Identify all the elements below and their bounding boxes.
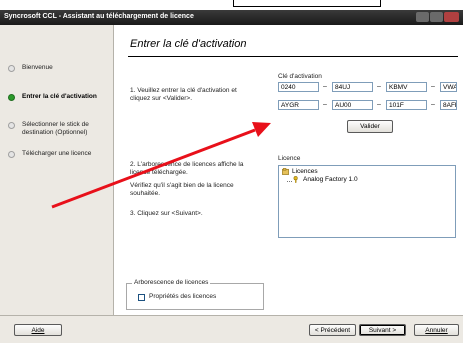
- close-button[interactable]: [444, 12, 459, 22]
- activation-key-label: Clé d'activation: [278, 73, 322, 80]
- tree-child-label: Analog Factory 1.0: [303, 176, 358, 183]
- page-title: Entrer la clé d'activation: [130, 38, 247, 50]
- activation-key-field-6[interactable]: AU00: [332, 100, 373, 110]
- activation-key-field-3[interactable]: KBMV: [386, 82, 427, 92]
- previous-button[interactable]: < Précédent: [309, 324, 356, 336]
- license-properties-label[interactable]: Propriétés des licences: [149, 293, 216, 300]
- activation-key-field-1[interactable]: 0240: [278, 82, 319, 92]
- nav-item-label: Entrer la clé d'activation: [22, 93, 97, 100]
- step1-instructions: 1. Veuillez entrer la clé d'activation e…: [130, 87, 237, 102]
- tree-root-item[interactable]: Licences: [282, 168, 318, 175]
- key-separator: –: [431, 83, 435, 90]
- wizard-steps-sidebar: Bienvenue Entrer la clé d'activation Sél…: [0, 25, 113, 315]
- background-window-edge: [233, 0, 381, 7]
- activation-key-field-4[interactable]: VWAS: [440, 82, 457, 92]
- nav-item-label: Bienvenue: [22, 64, 53, 71]
- activation-key-field-2[interactable]: 84UJ: [332, 82, 373, 92]
- activation-key-field-8[interactable]: 8AFD: [440, 100, 457, 110]
- step2-instructions: 2. L'arborescence de licences affiche la…: [130, 161, 244, 176]
- key-separator: –: [377, 83, 381, 90]
- tree-connector: [287, 177, 292, 182]
- key-separator: –: [431, 101, 435, 108]
- step-active-icon: [8, 94, 15, 101]
- step-pending-icon: [8, 65, 15, 72]
- activation-key-field-5[interactable]: AYGR: [278, 100, 319, 110]
- title-bar[interactable]: Syncrosoft CCL - Assistant au télécharge…: [0, 10, 463, 25]
- nav-item-download: Télécharger une licence: [8, 150, 112, 158]
- nav-item-select-stick: Sélectionner le stick de destination (Op…: [8, 121, 112, 137]
- tree-root-label: Licences: [292, 168, 318, 175]
- next-button[interactable]: Suivant >: [359, 324, 406, 336]
- maximize-button[interactable]: [430, 12, 443, 22]
- groupbox-legend: Arborescence de licences: [132, 279, 211, 286]
- cancel-button[interactable]: Annuler: [414, 324, 459, 336]
- footer-bar: Aide < Précédent Suivant > Annuler: [0, 316, 463, 343]
- license-label: Licence: [278, 155, 301, 162]
- nav-item-label: Sélectionner le stick de destination (Op…: [22, 121, 89, 136]
- license-properties-checkbox[interactable]: [138, 294, 145, 301]
- step-pending-icon: [8, 151, 15, 158]
- background-strip: [0, 0, 463, 10]
- key-separator: –: [323, 83, 327, 90]
- step-pending-icon: [8, 122, 15, 129]
- license-folder-icon: [282, 168, 289, 175]
- activation-key-field-7[interactable]: 101F: [386, 100, 427, 110]
- main-panel: Entrer la clé d'activation 1. Veuillez e…: [114, 25, 463, 315]
- key-separator: –: [323, 101, 327, 108]
- nav-item-enter-key: Entrer la clé d'activation: [8, 93, 112, 101]
- validate-button[interactable]: Valider: [347, 120, 393, 133]
- tree-child-item[interactable]: Analog Factory 1.0: [287, 176, 358, 183]
- nav-item-welcome: Bienvenue: [8, 64, 112, 72]
- help-button[interactable]: Aide: [14, 324, 62, 336]
- step2-verify-text: Vérifiez qu'il s'agit bien de la licence…: [130, 182, 234, 197]
- key-separator: –: [377, 101, 381, 108]
- nav-item-label: Télécharger une licence: [22, 150, 92, 157]
- window-title: Syncrosoft CCL - Assistant au télécharge…: [4, 13, 194, 20]
- license-wizard-dialog: Syncrosoft CCL - Assistant au télécharge…: [0, 10, 463, 343]
- title-divider: [128, 56, 458, 57]
- license-tree-groupbox: Arborescence de licences Propriétés des …: [126, 279, 264, 310]
- minimize-button[interactable]: [416, 12, 429, 22]
- key-icon: [293, 176, 298, 183]
- license-tree[interactable]: Licences Analog Factory 1.0: [278, 165, 456, 238]
- step3-instructions: 3. Cliquez sur <Suivant>.: [130, 210, 203, 217]
